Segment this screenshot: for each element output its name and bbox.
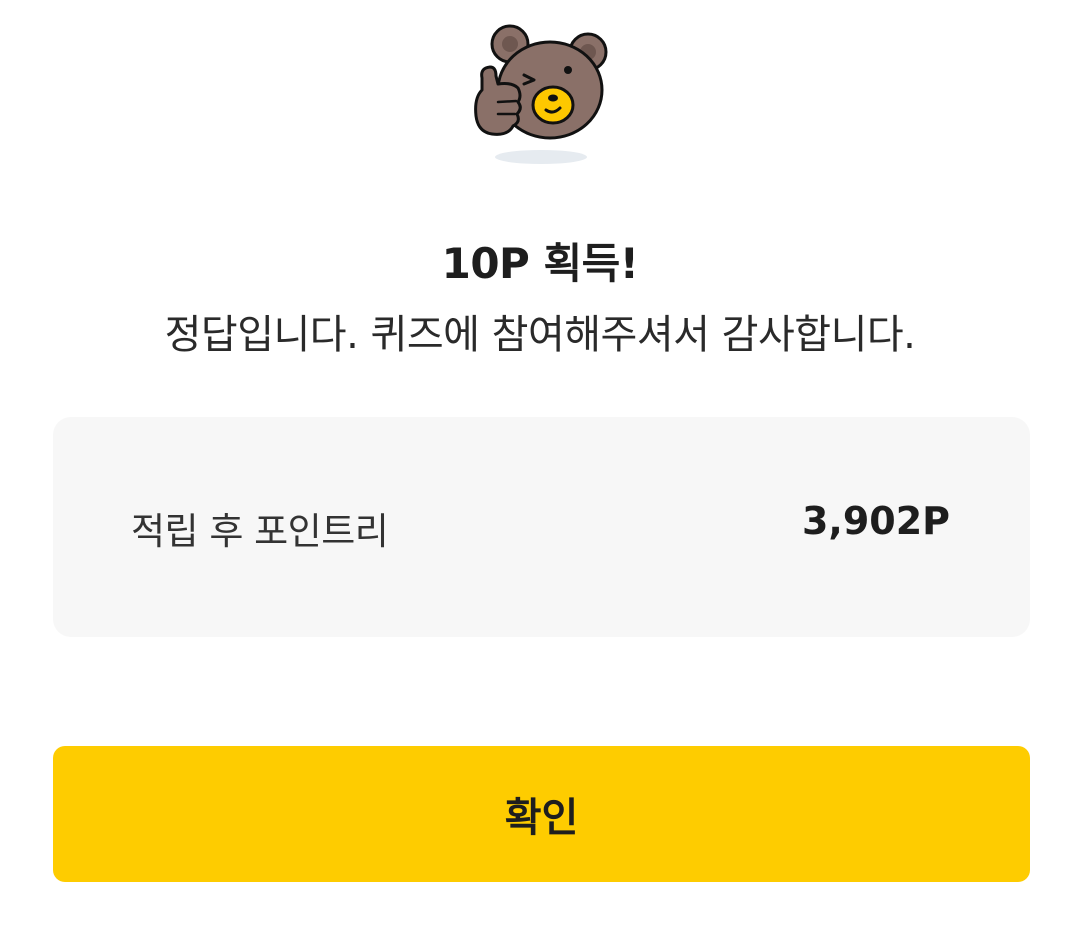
points-label: 적립 후 포인트리 [131, 510, 389, 553]
result-message: 정답입니다. 퀴즈에 참여해주셔서 감사합니다. [164, 312, 916, 358]
points-value: 3,902P [801, 499, 950, 543]
reward-title: 10P 획득! [441, 239, 639, 288]
quiz-result-page: 10P 획득! 정답입니다. 퀴즈에 참여해주셔서 감사합니다. 적립 후 포인… [0, 0, 1080, 926]
points-summary-card: 적립 후 포인트리 3,902P [53, 417, 1030, 637]
confirm-button[interactable]: 확인 [53, 746, 1030, 882]
bear-thumbs-up-icon [474, 24, 608, 164]
